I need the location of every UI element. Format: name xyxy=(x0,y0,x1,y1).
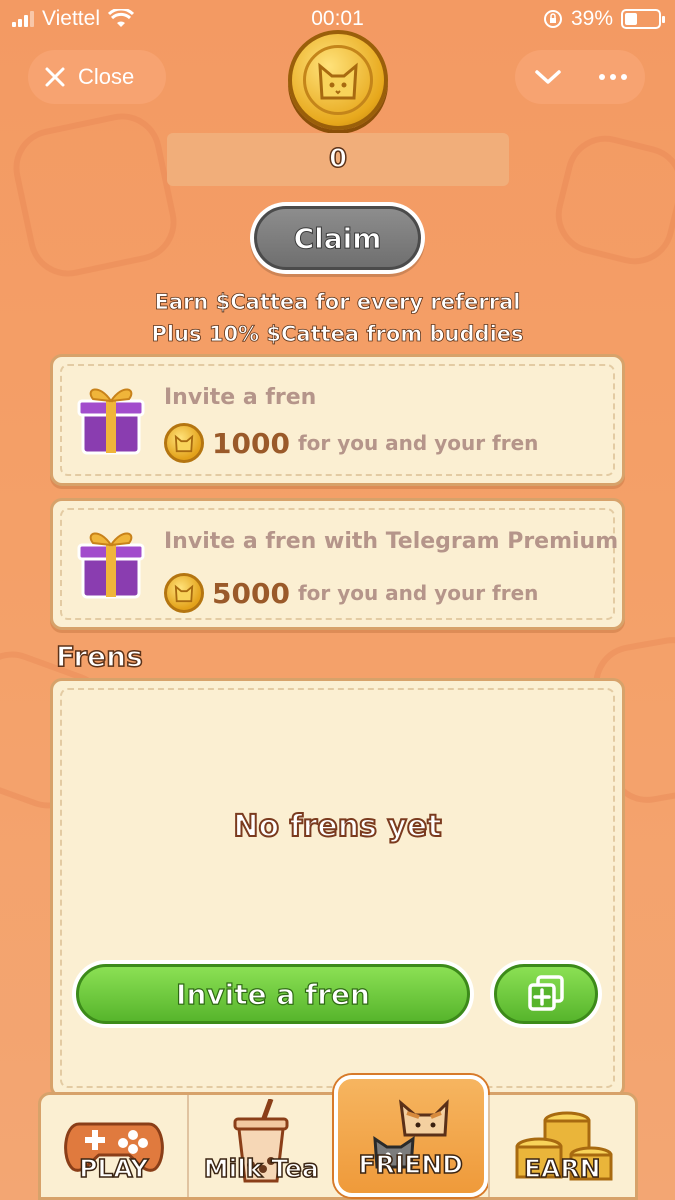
nav-play[interactable]: PLAY xyxy=(41,1095,187,1197)
battery-icon xyxy=(621,9,665,29)
nav-label: Milk Tea xyxy=(203,1153,319,1184)
close-icon xyxy=(45,67,65,87)
nav-label: FRIEND xyxy=(358,1149,464,1180)
claim-button[interactable]: Claim xyxy=(250,202,425,274)
cattea-coin-icon xyxy=(288,30,388,130)
reward-description: for you and your fren xyxy=(297,581,539,605)
nav-milk-tea[interactable]: Milk Tea xyxy=(186,1095,335,1197)
invite-label: Invite a fren xyxy=(76,964,470,1024)
coin-icon xyxy=(164,423,204,463)
frens-heading: Frens xyxy=(55,639,143,674)
reward-amount: 5000 xyxy=(212,576,290,610)
reward-title: Invite a fren with Telegram Premium xyxy=(164,529,619,554)
info-line-2: Plus 10% $Cattea from buddies xyxy=(151,322,524,347)
coin-icon xyxy=(164,573,204,613)
nav-friend[interactable]: FRIEND xyxy=(334,1075,488,1197)
orientation-lock-icon xyxy=(543,10,562,28)
invite-reward-card: Invite a fren 1000 for you and your fren xyxy=(50,354,625,486)
chevron-down-icon[interactable] xyxy=(534,68,562,86)
frens-list-panel: No frens yet xyxy=(50,678,625,1098)
info-line-1: Earn $Cattea for every referral xyxy=(154,290,521,315)
copy-icon xyxy=(528,975,564,1011)
copy-link-button[interactable] xyxy=(490,960,602,1028)
close-button[interactable]: Close xyxy=(28,50,166,104)
reward-title: Invite a fren xyxy=(164,385,317,410)
battery-percent: 39% xyxy=(570,7,613,30)
premium-invite-reward-card: Invite a fren with Telegram Premium 5000… xyxy=(50,498,625,630)
referral-info: Earn $Cattea for every referral Plus 10%… xyxy=(0,286,675,350)
nav-earn[interactable]: EARN xyxy=(487,1095,636,1197)
background-decoration xyxy=(6,106,184,284)
empty-frens-message: No frens yet xyxy=(232,808,442,845)
reward-description: for you and your fren xyxy=(297,431,539,455)
nav-label: EARN xyxy=(523,1153,601,1184)
close-label: Close xyxy=(78,64,135,89)
more-dots-icon[interactable] xyxy=(598,74,627,80)
menu-controls xyxy=(515,50,645,104)
gift-icon xyxy=(77,532,145,599)
battery-level xyxy=(625,13,638,25)
claim-label: Claim xyxy=(254,206,421,270)
balance-display: 0 xyxy=(167,133,509,186)
reward-amount: 1000 xyxy=(212,426,290,460)
invite-fren-button[interactable]: Invite a fren xyxy=(72,960,474,1028)
bottom-navigation: PLAY Milk Tea FRIEND EARN xyxy=(38,1075,638,1200)
gift-icon xyxy=(77,388,145,455)
nav-label: PLAY xyxy=(78,1153,149,1184)
background-decoration xyxy=(547,127,675,273)
